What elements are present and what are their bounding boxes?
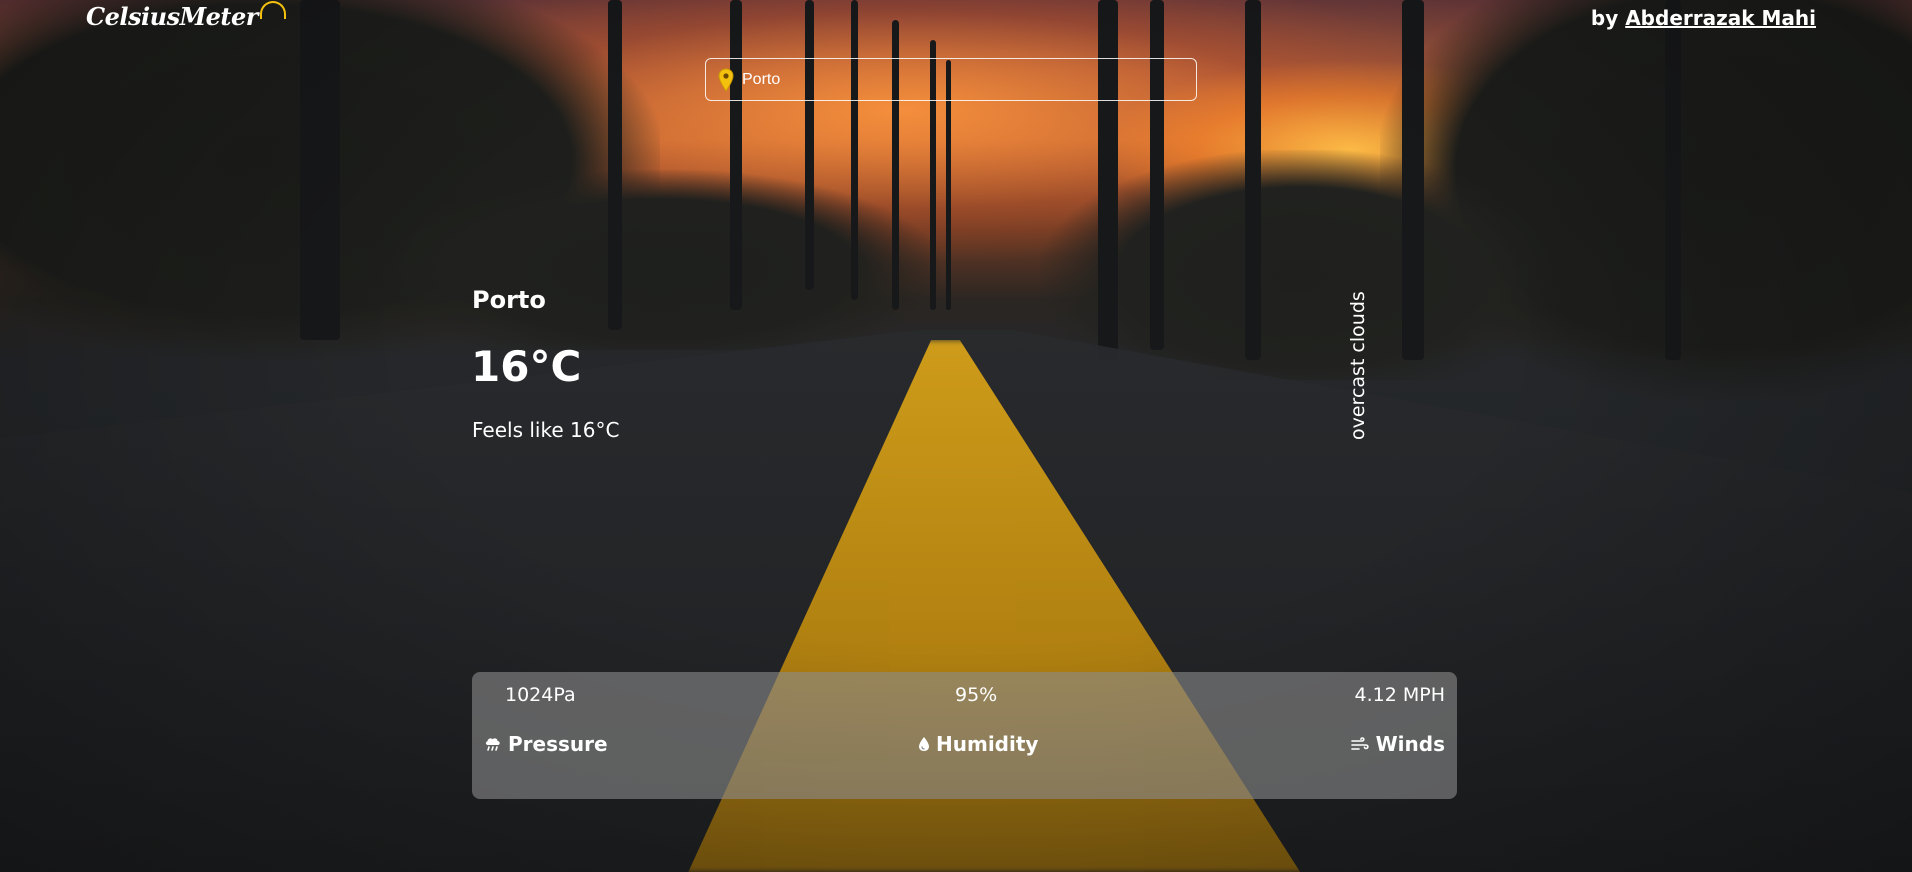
temperature: 16°C xyxy=(471,342,582,391)
weather-description: overcast clouds xyxy=(1347,291,1369,440)
brand-name: CelsiusMeter xyxy=(86,1,258,31)
author-credit: by Abderrazak Mahi xyxy=(1591,6,1816,30)
credit-prefix: by xyxy=(1590,6,1619,30)
pressure-value: 1024Pa xyxy=(505,684,576,706)
winds-label-text: Winds xyxy=(1375,732,1445,756)
city-name: Porto xyxy=(472,286,546,314)
humidity-value: 95% xyxy=(955,684,998,706)
search-input[interactable] xyxy=(740,69,1184,90)
humidity-label: Humidity xyxy=(918,732,1038,756)
droplet-icon xyxy=(918,736,930,752)
location-pin-icon xyxy=(716,67,736,93)
humidity-label-text: Humidity xyxy=(936,732,1039,756)
cloud-rain-icon xyxy=(484,735,502,753)
stats-panel: 1024Pa 95% 4.12 MPH Pressure Humidity Wi… xyxy=(472,672,1457,799)
sun-icon xyxy=(259,1,286,19)
feels-like: Feels like 16°C xyxy=(472,418,620,442)
author-link[interactable]: Abderrazak Mahi xyxy=(1625,6,1816,30)
pressure-label: Pressure xyxy=(484,732,608,756)
wind-icon xyxy=(1350,736,1370,752)
pressure-label-text: Pressure xyxy=(508,732,608,756)
winds-label: Winds xyxy=(1350,732,1445,756)
winds-value: 4.12 MPH xyxy=(1354,684,1445,706)
city-search[interactable] xyxy=(705,58,1197,101)
brand-logo[interactable]: CelsiusMeter xyxy=(86,0,286,32)
